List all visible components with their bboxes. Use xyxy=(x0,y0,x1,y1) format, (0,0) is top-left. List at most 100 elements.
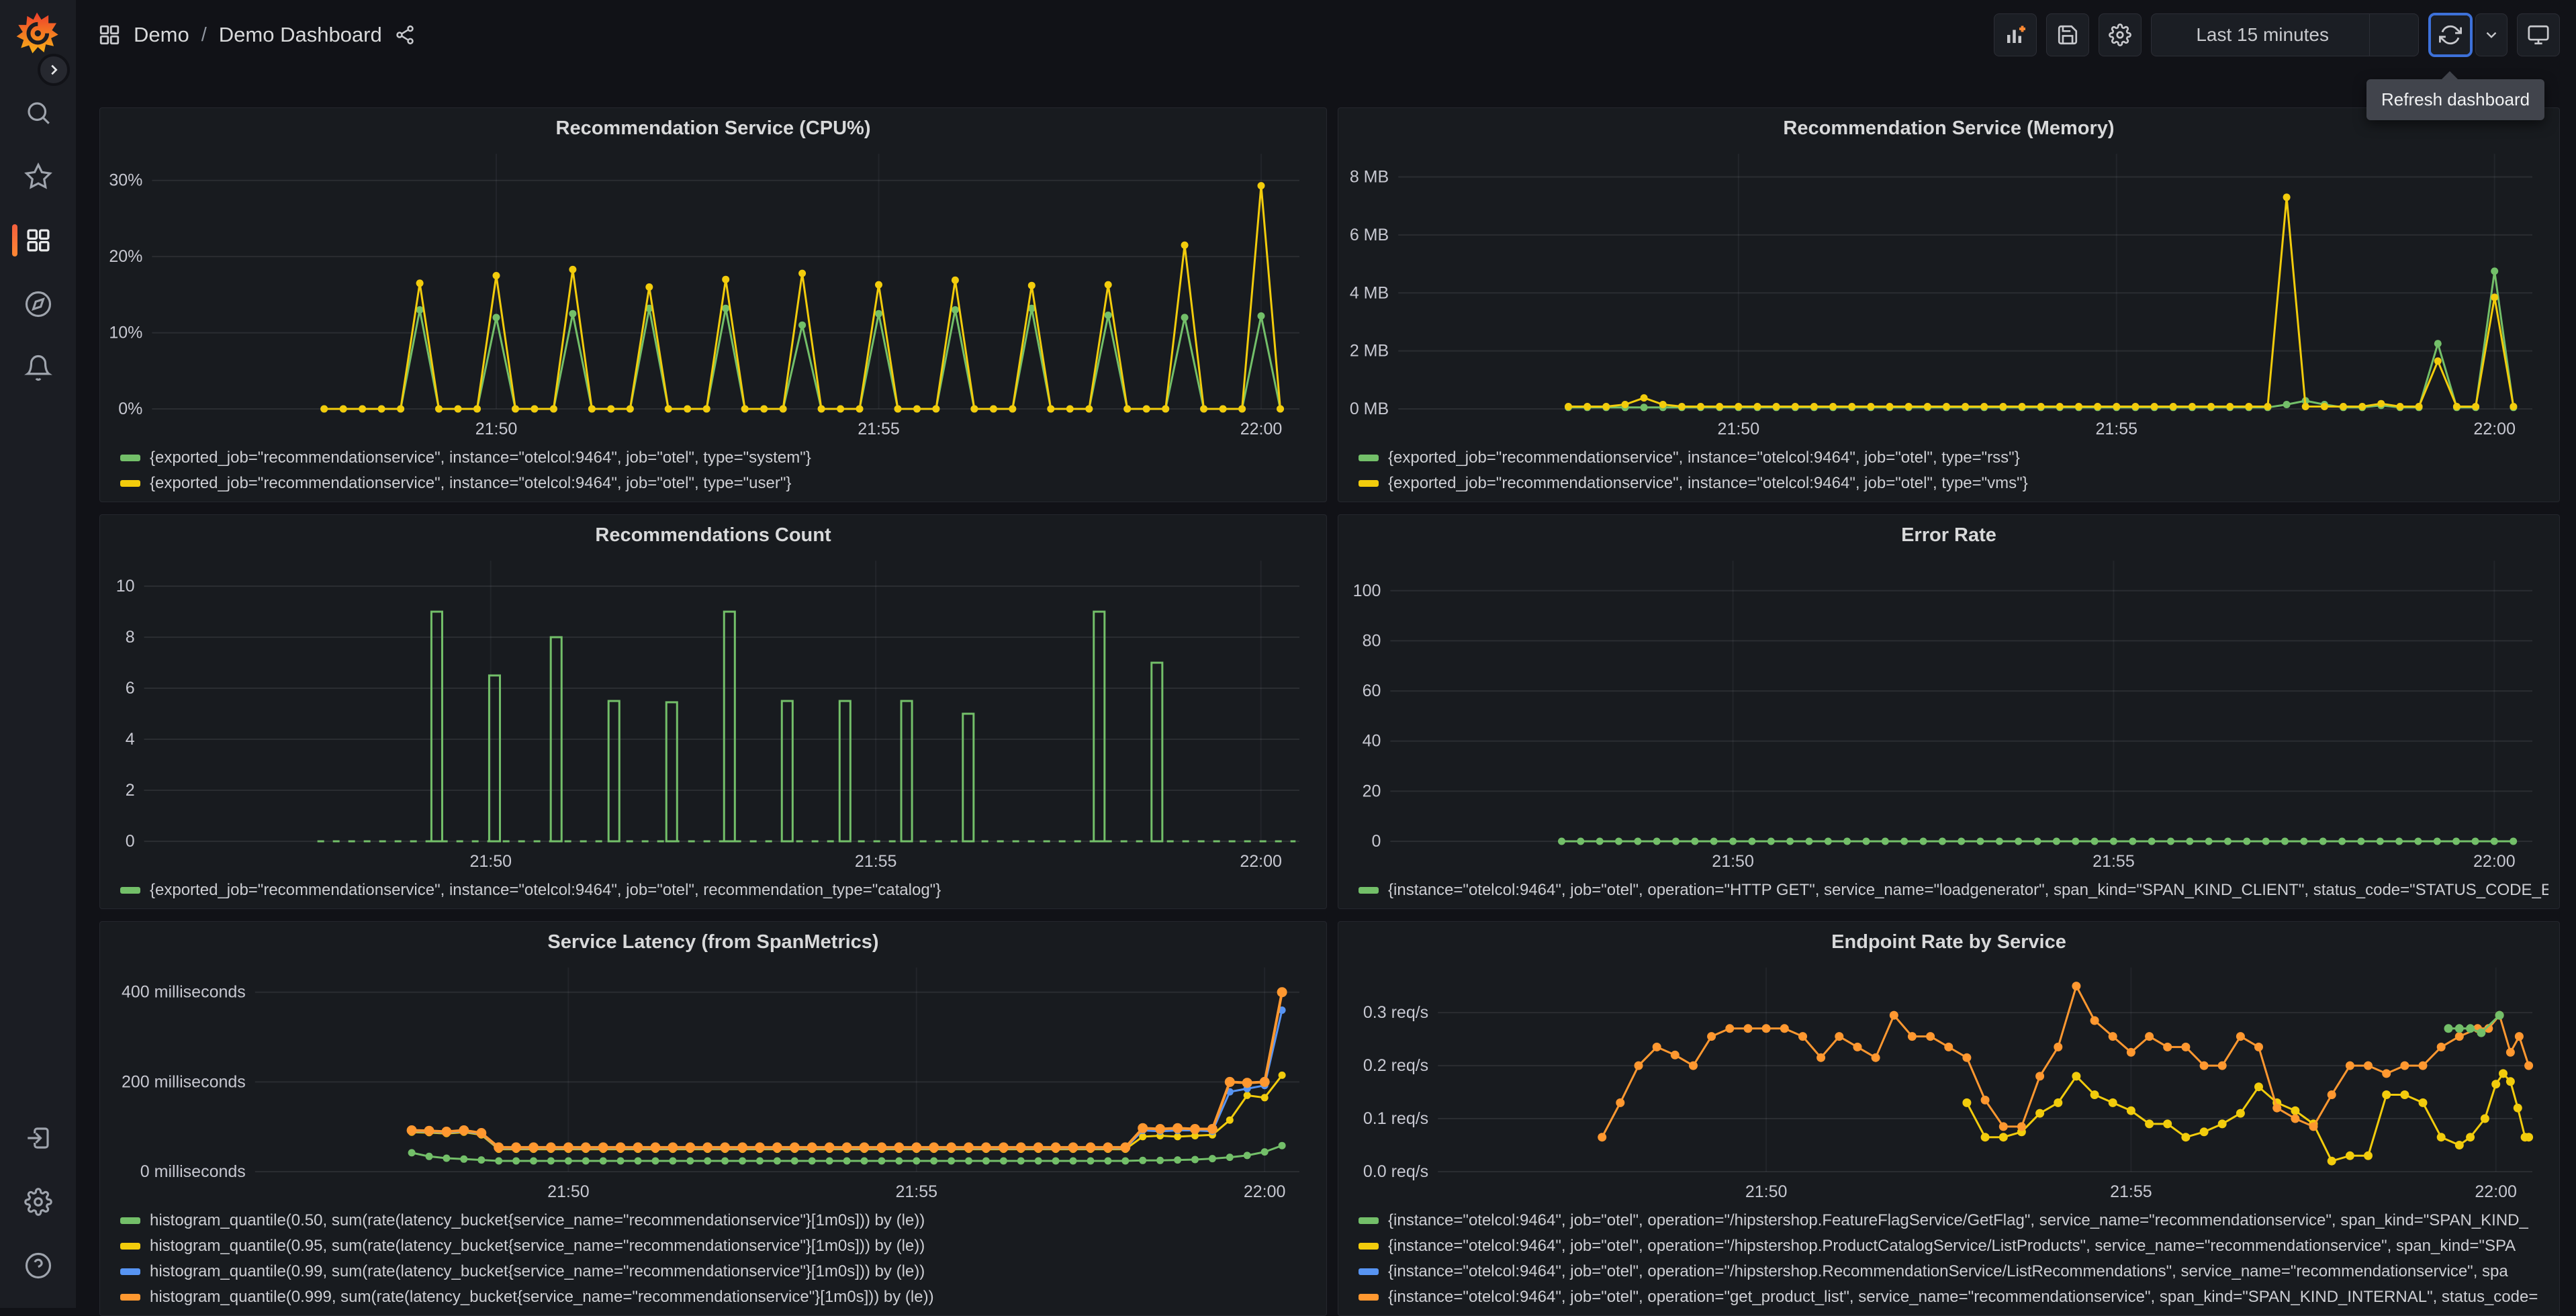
memory-time-series-chart[interactable]: 21:50 21:55 22:00 0 MB 2 MB 4 MB 6 MB 8 MB xyxy=(1345,143,2552,444)
legend-item[interactable]: {instance="otelcol:9464", job="otel", op… xyxy=(1359,1284,2548,1310)
breadcrumb-folder[interactable]: Demo xyxy=(134,23,189,47)
refresh-dashboard-button[interactable] xyxy=(2431,15,2470,54)
legend-label: {exported_job="recommendationservice", i… xyxy=(150,449,811,467)
legend: {exported_job="recommendationservice", i… xyxy=(1345,444,2552,498)
sidebar-item-configuration[interactable] xyxy=(0,1170,76,1233)
svg-text:6: 6 xyxy=(126,679,135,698)
sidebar-item-help[interactable] xyxy=(0,1233,76,1297)
panel-title[interactable]: Error Rate xyxy=(1345,520,2552,550)
breadcrumb-dashboard[interactable]: Demo Dashboard xyxy=(219,23,382,47)
legend-item[interactable]: {exported_job="recommendationservice", i… xyxy=(120,445,1316,471)
count-bar-chart[interactable]: 21:50 21:55 22:00 0 2 4 6 8 10 xyxy=(107,550,1320,876)
grafana-logo[interactable] xyxy=(15,11,59,55)
svg-text:0 MB: 0 MB xyxy=(1350,399,1389,418)
svg-text:22:00: 22:00 xyxy=(1244,1182,1286,1201)
legend-item[interactable]: {instance="otelcol:9464", job="otel", op… xyxy=(1359,878,2548,903)
svg-text:0.0 req/s: 0.0 req/s xyxy=(1363,1162,1428,1181)
legend-item[interactable]: {exported_job="recommendationservice", i… xyxy=(120,471,1316,496)
svg-text:21:50: 21:50 xyxy=(1745,1182,1788,1201)
save-dashboard-button[interactable] xyxy=(2046,13,2090,56)
sidebar-item-explore[interactable] xyxy=(0,272,76,336)
latency-time-series-chart[interactable]: 21:50 21:55 22:00 0 milliseconds 200 millise… xyxy=(107,957,1320,1207)
panel-title[interactable]: Endpoint Rate by Service xyxy=(1345,927,2552,957)
sidebar-expand-button[interactable] xyxy=(38,54,70,86)
active-indicator xyxy=(12,224,17,256)
legend-item[interactable]: {exported_job="recommendationservice", i… xyxy=(1359,471,2548,496)
share-icon[interactable] xyxy=(394,24,416,46)
legend: {instance="otelcol:9464", job="otel", op… xyxy=(1345,1207,2552,1311)
refresh-interval-dropdown[interactable] xyxy=(2475,13,2508,56)
legend-label: {exported_job="recommendationservice", i… xyxy=(150,474,792,492)
legend-swatch xyxy=(120,455,140,461)
panel-error-rate: Error Rate 21:50 21:55 22:00 0 20 40 60 80 100 {… xyxy=(1338,514,2560,909)
bell-icon xyxy=(24,355,52,381)
legend-item[interactable]: histogram_quantile(0.50, sum(rate(latenc… xyxy=(120,1208,1316,1233)
panel-title[interactable]: Recommendations Count xyxy=(107,520,1320,550)
sidebar-top-nav xyxy=(0,81,76,399)
dashboards-grid-icon xyxy=(99,25,120,45)
legend-item[interactable]: {exported_job="recommendationservice", i… xyxy=(1359,445,2548,471)
svg-text:20: 20 xyxy=(1363,782,1381,800)
focus-ring xyxy=(2428,13,2473,57)
sidebar-item-search[interactable] xyxy=(0,81,76,144)
sidebar-bottom-nav xyxy=(0,1106,76,1297)
chart-canvas: 21:50 21:55 22:00 0% 10% 20% 30% xyxy=(109,154,1299,438)
svg-text:21:55: 21:55 xyxy=(2095,420,2137,438)
panel-title[interactable]: Recommendation Service (CPU%) xyxy=(107,113,1320,143)
endpoint-rate-chart[interactable]: 21:50 21:55 22:00 0.0 req/s 0.1 req/s 0.2 req… xyxy=(1345,957,2552,1207)
svg-text:0.1 req/s: 0.1 req/s xyxy=(1363,1109,1428,1128)
svg-text:2 MB: 2 MB xyxy=(1350,342,1389,361)
dashboard-settings-button[interactable] xyxy=(2099,13,2142,56)
legend-item[interactable]: {exported_job="recommendationservice", i… xyxy=(120,878,1316,903)
legend-swatch xyxy=(120,1217,140,1224)
legend-label: {instance="otelcol:9464", job="otel", op… xyxy=(1388,1237,2516,1255)
legend-label: {instance="otelcol:9464", job="otel", op… xyxy=(1388,1211,2528,1229)
legend-label: histogram_quantile(0.95, sum(rate(latenc… xyxy=(150,1237,925,1255)
add-panel-button[interactable] xyxy=(1994,13,2037,56)
gear-icon xyxy=(2109,23,2132,46)
legend-swatch xyxy=(1359,455,1379,461)
legend-swatch xyxy=(1359,1268,1379,1275)
cycle-view-mode-button[interactable] xyxy=(2517,13,2560,56)
legend-swatch xyxy=(120,1268,140,1275)
svg-text:22:00: 22:00 xyxy=(2475,1182,2517,1201)
svg-text:4: 4 xyxy=(126,730,135,749)
svg-text:21:50: 21:50 xyxy=(547,1182,590,1201)
sidebar-item-starred[interactable] xyxy=(0,144,76,208)
svg-text:2: 2 xyxy=(126,781,135,800)
legend-item[interactable]: histogram_quantile(0.999, sum(rate(laten… xyxy=(120,1284,1316,1310)
svg-text:22:00: 22:00 xyxy=(1240,852,1282,871)
legend-label: {instance="otelcol:9464", job="otel", op… xyxy=(1388,1288,2538,1306)
svg-text:8 MB: 8 MB xyxy=(1350,168,1389,187)
sign-in-icon xyxy=(27,1127,49,1149)
svg-text:22:00: 22:00 xyxy=(1240,420,1283,438)
legend-item[interactable]: {instance="otelcol:9464", job="otel", op… xyxy=(1359,1208,2548,1233)
svg-text:20%: 20% xyxy=(109,247,142,266)
svg-text:21:55: 21:55 xyxy=(895,1182,937,1201)
sidebar-item-alerting[interactable] xyxy=(0,336,76,399)
sidebar-item-sign-in[interactable] xyxy=(0,1106,76,1170)
panel-title[interactable]: Service Latency (from SpanMetrics) xyxy=(107,927,1320,957)
legend-label: {instance="otelcol:9464", job="otel", op… xyxy=(1388,881,2548,899)
time-range-label: Last 15 minutes xyxy=(2196,24,2329,45)
legend-swatch xyxy=(1359,1243,1379,1250)
legend-label: {exported_job="recommendationservice", i… xyxy=(150,881,941,899)
legend-swatch xyxy=(120,887,140,894)
legend-item[interactable]: {instance="otelcol:9464", job="otel", op… xyxy=(1359,1259,2548,1284)
error-rate-chart[interactable]: 21:50 21:55 22:00 0 20 40 60 80 100 xyxy=(1345,550,2552,876)
svg-text:0.2 req/s: 0.2 req/s xyxy=(1363,1056,1428,1075)
legend-label: {instance="otelcol:9464", job="otel", op… xyxy=(1388,1262,2508,1280)
legend-item[interactable]: histogram_quantile(0.95, sum(rate(latenc… xyxy=(120,1233,1316,1259)
cpu-time-series-chart[interactable]: 21:50 21:55 22:00 0% 10% 20% 30% xyxy=(107,143,1320,444)
legend: histogram_quantile(0.50, sum(rate(latenc… xyxy=(107,1207,1320,1311)
sidebar-item-dashboards[interactable] xyxy=(0,208,76,272)
svg-text:21:55: 21:55 xyxy=(2110,1182,2152,1201)
time-range-picker[interactable]: Last 15 minutes xyxy=(2152,14,2369,56)
legend-item[interactable]: {instance="otelcol:9464", job="otel", op… xyxy=(1359,1233,2548,1259)
zoom-out-button[interactable] xyxy=(2369,14,2418,56)
svg-text:0: 0 xyxy=(126,832,135,851)
legend-item[interactable]: histogram_quantile(0.99, sum(rate(latenc… xyxy=(120,1259,1316,1284)
chevron-down-icon xyxy=(2486,32,2497,38)
legend-swatch xyxy=(120,1243,140,1250)
chart-canvas: 21:50 21:55 22:00 0 20 40 60 80 100 xyxy=(1353,561,2532,871)
